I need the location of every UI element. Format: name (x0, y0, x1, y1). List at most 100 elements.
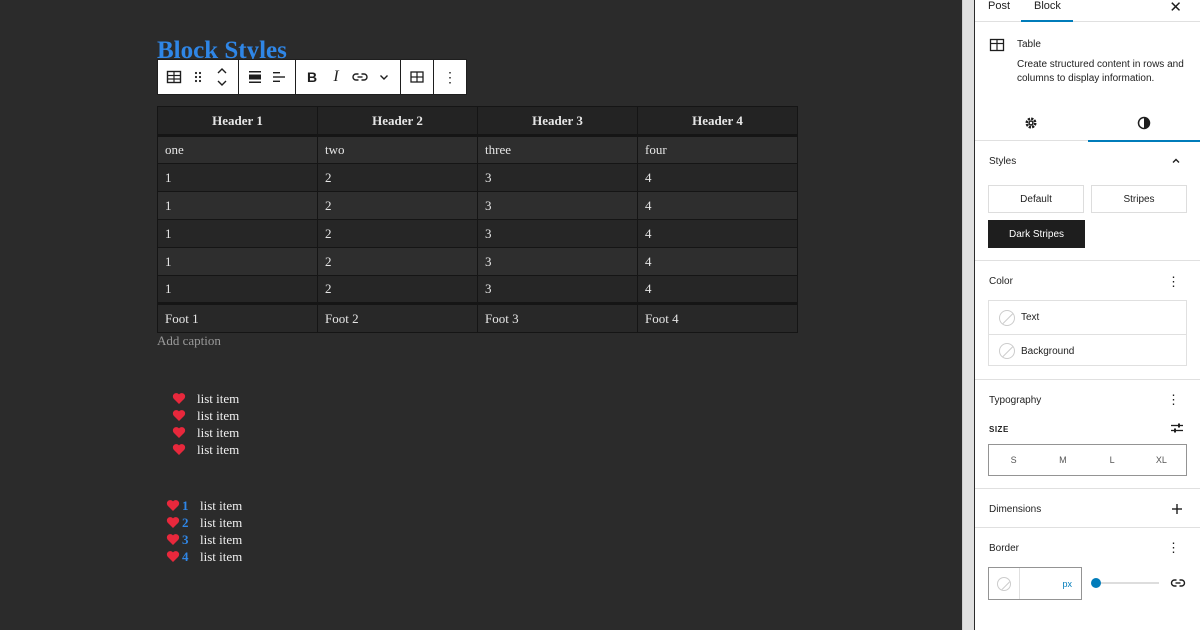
table-cell[interactable]: one (157, 135, 318, 164)
table-header-cell[interactable]: Header 1 (157, 106, 318, 137)
font-size-xl[interactable]: XL (1137, 455, 1186, 465)
text-align-icon[interactable] (267, 60, 291, 94)
typography-options-icon[interactable]: ⋮ (1167, 393, 1180, 406)
border-unit-select[interactable]: px (1020, 579, 1081, 589)
list-item[interactable]: list item (172, 390, 239, 407)
list-item[interactable]: 4 list item (166, 548, 242, 565)
border-color-button[interactable] (989, 568, 1020, 599)
style-stripes-button[interactable]: Stripes (1091, 185, 1187, 213)
table-header-cell[interactable]: Header 3 (477, 106, 638, 137)
data-table[interactable]: Header 1 Header 2 Header 3 Header 4 one … (157, 106, 798, 333)
panel-divider (975, 379, 1200, 380)
editor-scrollbar[interactable] (962, 0, 974, 630)
toolbar-group-align (239, 60, 296, 94)
table-row: 1 2 3 4 (157, 247, 798, 276)
table-row: 1 2 3 4 (157, 163, 798, 192)
table-cell[interactable]: 4 (637, 247, 798, 276)
table-cell[interactable]: 3 (477, 163, 638, 192)
list-item-text: list item (197, 424, 240, 440)
block-description: Create structured content in rows and co… (1017, 59, 1184, 84)
table-cell[interactable]: 4 (637, 163, 798, 192)
tab-styles[interactable] (1088, 104, 1200, 142)
table-cell[interactable]: 4 (637, 219, 798, 248)
text-color-option[interactable]: Text (989, 301, 1186, 334)
color-options-icon[interactable]: ⋮ (1167, 275, 1180, 288)
table-row: one two three four (157, 135, 798, 164)
list-item[interactable]: list item (172, 407, 239, 424)
color-swatch (997, 576, 1011, 591)
table-cell[interactable]: 3 (477, 275, 638, 304)
style-dark-stripes-button[interactable]: Dark Stripes (988, 220, 1085, 248)
tab-block[interactable]: Block (1034, 0, 1061, 12)
table-footer-cell[interactable]: Foot 1 (157, 302, 318, 333)
border-options-icon[interactable]: ⋮ (1167, 541, 1180, 554)
table-footer-cell[interactable]: Foot 2 (317, 302, 478, 333)
list-item-number: 3 (182, 531, 189, 547)
chevron-up-icon[interactable] (1170, 155, 1182, 167)
table-cell[interactable]: 1 (157, 191, 318, 220)
table-cell[interactable]: 2 (317, 219, 478, 248)
list-item[interactable]: 1 list item (166, 497, 242, 514)
tab-settings[interactable] (975, 104, 1087, 141)
tab-post[interactable]: Post (988, 0, 1010, 12)
settings-sidebar: Post Block ✕ Table Create structured con… (975, 0, 1200, 630)
font-size-l[interactable]: L (1088, 455, 1137, 465)
list-item[interactable]: 3 list item (166, 531, 242, 548)
list-item-text: list item (197, 390, 240, 406)
font-size-m[interactable]: M (1038, 455, 1087, 465)
background-color-option[interactable]: Background (989, 334, 1186, 367)
heart-icon (172, 410, 186, 421)
drag-handle-icon[interactable] (186, 60, 210, 94)
chevron-down-icon[interactable] (372, 60, 396, 94)
align-icon[interactable] (243, 60, 267, 94)
table-cell[interactable]: 1 (157, 163, 318, 192)
close-icon[interactable]: ✕ (1169, 0, 1182, 16)
table-cell[interactable]: 3 (477, 219, 638, 248)
table-header-cell[interactable]: Header 2 (317, 106, 478, 137)
link-icon[interactable] (348, 60, 372, 94)
table-cell[interactable]: 4 (637, 275, 798, 304)
active-tab-indicator (1088, 140, 1200, 142)
table-footer-cell[interactable]: Foot 4 (637, 302, 798, 333)
table-cell[interactable]: 2 (317, 247, 478, 276)
table-cell[interactable]: 2 (317, 191, 478, 220)
table-cell[interactable]: 2 (317, 163, 478, 192)
table-cell[interactable]: 3 (477, 247, 638, 276)
heart-icon (166, 534, 180, 545)
italic-button[interactable]: I (324, 60, 348, 94)
table-caption-placeholder[interactable]: Add caption (157, 333, 221, 349)
table-cell[interactable]: 3 (477, 191, 638, 220)
style-default-button[interactable]: Default (988, 185, 1084, 213)
heart-icon (166, 551, 180, 562)
options-icon[interactable]: ⋮ (438, 60, 462, 94)
table-cell[interactable]: 2 (317, 275, 478, 304)
list-item-text: list item (197, 407, 240, 423)
table-cell[interactable]: three (477, 135, 638, 164)
table-footer-cell[interactable]: Foot 3 (477, 302, 638, 333)
table-cell[interactable]: 1 (157, 247, 318, 276)
table-cell[interactable]: four (637, 135, 798, 164)
bullet-list[interactable]: list item list item list item list item (172, 390, 239, 458)
list-item[interactable]: 2 list item (166, 514, 242, 531)
table-cell[interactable]: 1 (157, 219, 318, 248)
table-cell[interactable]: 1 (157, 275, 318, 304)
move-up-down-icon[interactable] (210, 60, 234, 94)
bold-button[interactable]: B (300, 60, 324, 94)
table-cell[interactable]: 4 (637, 191, 798, 220)
edit-table-icon[interactable] (405, 60, 429, 94)
table-header-cell[interactable]: Header 4 (637, 106, 798, 137)
list-item[interactable]: list item (172, 441, 239, 458)
slider-handle[interactable] (1091, 578, 1101, 588)
custom-size-icon[interactable] (1170, 421, 1184, 435)
table-cell[interactable]: two (317, 135, 478, 164)
table-icon[interactable] (162, 60, 186, 94)
font-size-s[interactable]: S (989, 455, 1038, 465)
numbered-list[interactable]: 1 list item 2 list item 3 list item 4 list i… (166, 497, 242, 565)
font-size-toggle: S M L XL (988, 444, 1187, 476)
list-item[interactable]: list item (172, 424, 239, 441)
plus-icon[interactable] (1171, 503, 1183, 515)
color-swatch (999, 309, 1015, 326)
styles-panel-heading[interactable]: Styles (989, 156, 1016, 167)
unlink-sides-icon[interactable] (1170, 576, 1186, 590)
border-width-slider[interactable] (1093, 582, 1159, 584)
